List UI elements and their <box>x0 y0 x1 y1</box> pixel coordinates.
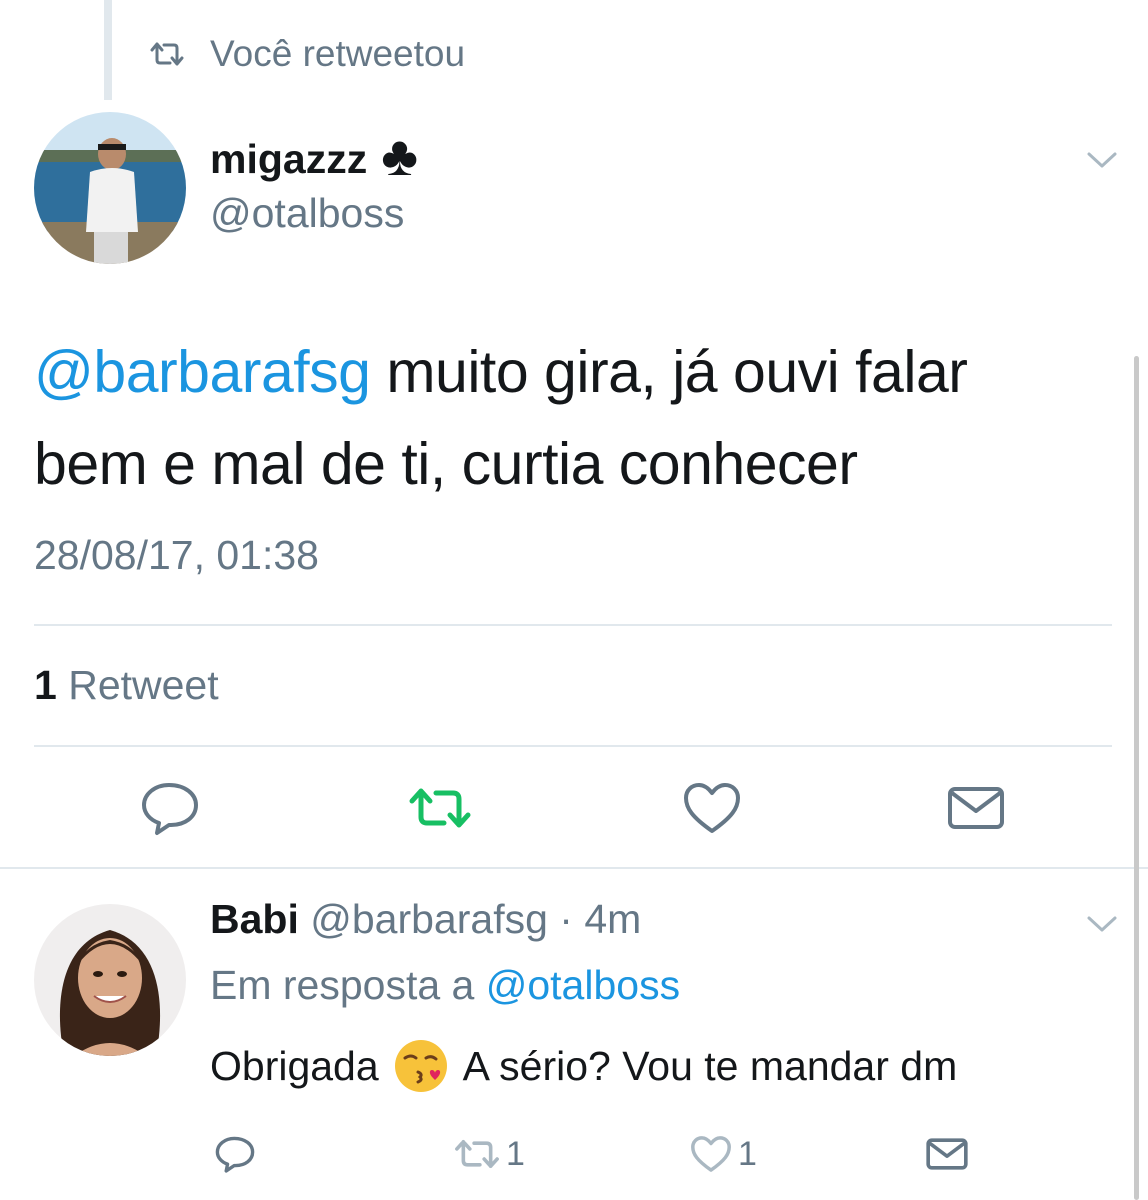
club-suit-icon: ♣ <box>381 124 418 187</box>
reply-text-part: Obrigada <box>210 1042 379 1089</box>
scrollbar[interactable] <box>1134 356 1139 1200</box>
reply-text-part: A sério? Vou te mandar dm <box>462 1042 958 1089</box>
reply-retweet-count: 1 <box>506 1134 525 1173</box>
retweet-count-label: Retweet <box>56 662 219 708</box>
reply-author-handle[interactable]: @barbarafsg <box>299 896 548 942</box>
retweet-count-number: 1 <box>34 662 57 708</box>
retweet-context-label: Você retweetou <box>210 33 466 74</box>
reply-time: · 4m <box>547 896 642 942</box>
direct-message-button[interactable] <box>940 776 1012 840</box>
chevron-down-icon[interactable] <box>1086 914 1118 934</box>
retweet-context: Você retweetou <box>148 28 465 80</box>
author-name[interactable]: migazzz <box>210 136 367 183</box>
reply-icon <box>142 783 198 835</box>
thread-line <box>104 0 112 100</box>
reply-author-name[interactable]: Babi <box>210 896 299 942</box>
in-reply-to-handle[interactable]: @otalboss <box>486 962 680 1008</box>
retweet-icon <box>150 42 184 66</box>
message-icon <box>948 787 1004 829</box>
reply-button[interactable] <box>134 776 206 840</box>
tweet-timestamp: 28/08/17, 01:38 <box>34 532 319 578</box>
reply-icon <box>215 1136 255 1173</box>
retweet-icon <box>455 1139 499 1169</box>
retweet-button[interactable] <box>404 776 476 840</box>
retweet-icon <box>409 788 471 828</box>
reply-text: Obrigada A sério? Vou te mandar dm <box>210 1038 957 1094</box>
reply-message-button[interactable] <box>926 1132 968 1176</box>
mention-link[interactable]: @barbarafsg <box>34 339 371 405</box>
like-icon <box>691 1136 731 1172</box>
reply-author-avatar[interactable] <box>34 904 186 1056</box>
divider <box>34 745 1112 747</box>
author-name-row[interactable]: migazzz ♣ <box>210 128 418 184</box>
reply-like-count: 1 <box>738 1134 757 1173</box>
kiss-emoji-icon <box>394 1040 447 1092</box>
author-handle[interactable]: @otalboss <box>210 190 404 237</box>
divider <box>34 624 1112 626</box>
reply-header: Babi @barbarafsg · 4m <box>210 896 641 943</box>
reply-like-button[interactable]: 1 <box>690 1132 757 1176</box>
author-avatar[interactable] <box>34 112 186 264</box>
in-reply-to-label: Em resposta a <box>210 962 486 1008</box>
divider <box>0 867 1148 869</box>
like-button[interactable] <box>676 776 748 840</box>
in-reply-to: Em resposta a @otalboss <box>210 962 680 1009</box>
message-icon <box>926 1138 968 1170</box>
chevron-down-icon[interactable] <box>1086 150 1118 170</box>
like-icon <box>684 783 740 833</box>
reply-retweet-button[interactable]: 1 <box>454 1132 525 1176</box>
retweet-count[interactable]: 1 Retweet <box>34 662 219 709</box>
tweet-text-line-1: @barbarafsg muito gira, já ouvi falar <box>34 326 1114 418</box>
reply-reply-button[interactable] <box>214 1132 256 1176</box>
tweet-text-part: muito gira, já ouvi falar <box>370 339 968 405</box>
tweet-text: @barbarafsg muito gira, já ouvi falar be… <box>34 326 1114 510</box>
tweet-text-line-2: bem e mal de ti, curtia conhecer <box>34 431 858 497</box>
